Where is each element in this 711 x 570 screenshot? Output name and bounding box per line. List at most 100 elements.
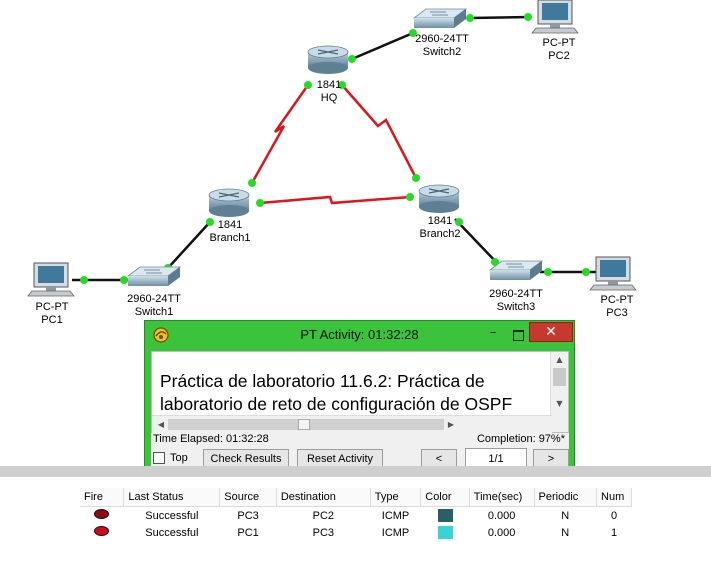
switch3-name: Switch3 — [497, 301, 536, 313]
pt-activity-content: Práctica de laboratorio 11.6.2: Práctica… — [151, 351, 569, 470]
completion-percent: Completion: 97%* — [476, 433, 565, 445]
periodic-cell: N — [561, 526, 570, 539]
fire-cell[interactable] — [80, 507, 124, 525]
col-source[interactable]: Source — [219, 488, 277, 507]
router-branch2[interactable]: 1841 Branch2 — [418, 184, 461, 240]
num-cell: 0 — [610, 509, 618, 522]
pt-activity-window[interactable]: PT Activity: 01:32:28 – ✕ Práctica de la… — [144, 320, 575, 474]
pc1-model: PC-PT — [36, 301, 69, 313]
col-last-status[interactable]: Last Status — [123, 488, 221, 507]
pdu-table-header: Fire Last Status Source Destination Type… — [80, 488, 632, 507]
serial-link-branch1-branch2[interactable] — [259, 195, 411, 205]
instructions-line-1: Práctica de laboratorio 11.6.2: Práctica… — [160, 371, 485, 391]
maximize-button[interactable] — [507, 325, 529, 343]
router-hq-name: HQ — [321, 92, 338, 104]
pdu-color-swatch — [437, 509, 453, 522]
col-destination[interactable]: Destination — [276, 488, 371, 507]
switch1-model: 2960-24TT — [127, 293, 181, 305]
ethernet-link-branch1-switch1[interactable] — [167, 221, 211, 269]
pc-pc3[interactable]: PC-PT PC3 — [589, 256, 637, 319]
time-elapsed: Time Elapsed: 01:32:28 — [153, 433, 269, 445]
scroll-right-icon[interactable]: ▶ — [444, 416, 458, 433]
switch-icon — [126, 266, 182, 286]
switch-switch3[interactable]: 2960-24TT Switch3 — [488, 260, 544, 313]
close-button[interactable]: ✕ — [529, 322, 573, 342]
pc-icon — [589, 256, 637, 291]
top-checkbox[interactable] — [153, 452, 165, 464]
pc1-name: PC1 — [41, 314, 62, 326]
fire-cell[interactable] — [80, 524, 124, 541]
router-hq-model: 1841 — [317, 79, 341, 91]
pc-icon — [27, 262, 75, 297]
router-branch2-model: 1841 — [428, 215, 452, 227]
fire-icon[interactable] — [94, 526, 110, 536]
switch-icon — [488, 260, 544, 280]
last-status-cell: Successful — [145, 509, 199, 522]
workspace-divider[interactable] — [0, 466, 711, 477]
type-cell: ICMP — [381, 526, 410, 539]
instructions-line-2: laboratorio de reto de configuración de … — [160, 394, 513, 414]
ethernet-link-switch2-pc2[interactable] — [469, 15, 531, 20]
pc2-model: PC-PT — [543, 37, 576, 49]
scroll-up-icon[interactable]: ▲ — [551, 352, 568, 367]
source-cell: PC3 — [237, 509, 259, 522]
col-num[interactable]: Num — [596, 488, 632, 507]
col-color[interactable]: Color — [420, 488, 470, 507]
vertical-scroll-thumb[interactable] — [553, 368, 566, 386]
serial-link-hq-branch2[interactable] — [341, 84, 418, 179]
maximize-icon — [512, 330, 524, 341]
col-periodic[interactable]: Periodic — [534, 488, 598, 507]
instructions-text: Práctica de laboratorio 11.6.2: Práctica… — [160, 370, 548, 416]
scroll-left-icon[interactable]: ◀ — [154, 416, 168, 433]
switch3-model: 2960-24TT — [489, 288, 543, 300]
periodic-cell: N — [561, 509, 570, 522]
col-type[interactable]: Type — [370, 488, 422, 507]
switch2-model: 2960-24TT — [415, 33, 469, 45]
ethernet-link-branch2-switch3[interactable] — [454, 218, 499, 265]
source-cell: PC1 — [237, 526, 259, 539]
switch-switch2[interactable]: 2960-24TT Switch2 — [412, 8, 469, 58]
color-cell — [421, 507, 470, 525]
type-cell: ICMP — [381, 509, 410, 522]
router-icon — [418, 184, 460, 213]
horizontal-scrollbar[interactable]: ◀ ▶ — [152, 415, 552, 433]
destination-cell: PC2 — [312, 509, 335, 522]
table-row[interactable]: Successful PC3 PC2 ICMP 0.000 N 0 — [80, 507, 632, 525]
color-cell — [421, 524, 470, 541]
router-branch1-name: Branch1 — [210, 232, 251, 244]
pc3-model: PC-PT — [601, 294, 634, 306]
ethernet-link-hq-switch2[interactable] — [351, 31, 414, 61]
pdu-color-swatch — [437, 526, 453, 539]
pc3-name: PC3 — [606, 307, 627, 319]
num-cell: 1 — [610, 526, 618, 539]
fire-icon[interactable] — [94, 509, 110, 519]
router-icon — [307, 45, 349, 74]
pc-icon — [531, 0, 579, 34]
minimize-button[interactable]: – — [482, 325, 504, 343]
time-cell: 0.000 — [487, 526, 516, 539]
col-time[interactable]: Time(sec) — [469, 488, 535, 507]
instructions-pane[interactable]: Práctica de laboratorio 11.6.2: Práctica… — [151, 351, 569, 433]
serial-link-hq-branch1[interactable] — [250, 84, 310, 184]
last-status-cell: Successful — [145, 526, 199, 539]
time-cell: 0.000 — [487, 509, 516, 522]
switch2-name: Switch2 — [423, 46, 462, 58]
scroll-down-icon[interactable]: ▼ — [551, 396, 568, 411]
switch-icon — [412, 8, 468, 28]
pt-activity-titlebar[interactable]: PT Activity: 01:32:28 – ✕ — [145, 321, 574, 349]
router-branch2-name: Branch2 — [420, 228, 461, 240]
switch1-name: Switch1 — [135, 306, 174, 318]
router-icon — [208, 188, 250, 217]
pc-pc2[interactable]: PC-PT PC2 — [531, 0, 579, 62]
router-branch1-model: 1841 — [218, 219, 242, 231]
col-fire[interactable]: Fire — [80, 488, 125, 507]
router-hq[interactable]: 1841 HQ — [307, 45, 349, 104]
table-row[interactable]: Successful PC1 PC3 ICMP 0.000 N 1 — [80, 524, 632, 541]
horizontal-scroll-thumb[interactable] — [298, 419, 310, 430]
destination-cell: PC3 — [312, 526, 335, 539]
vertical-scrollbar[interactable]: ▲ ▼ — [550, 352, 568, 432]
pc2-name: PC2 — [548, 50, 569, 62]
router-branch1[interactable]: 1841 Branch1 — [208, 188, 251, 244]
switch-switch1[interactable]: 2960-24TT Switch1 — [126, 266, 182, 318]
pc-pc1[interactable]: PC-PT PC1 — [27, 262, 75, 326]
